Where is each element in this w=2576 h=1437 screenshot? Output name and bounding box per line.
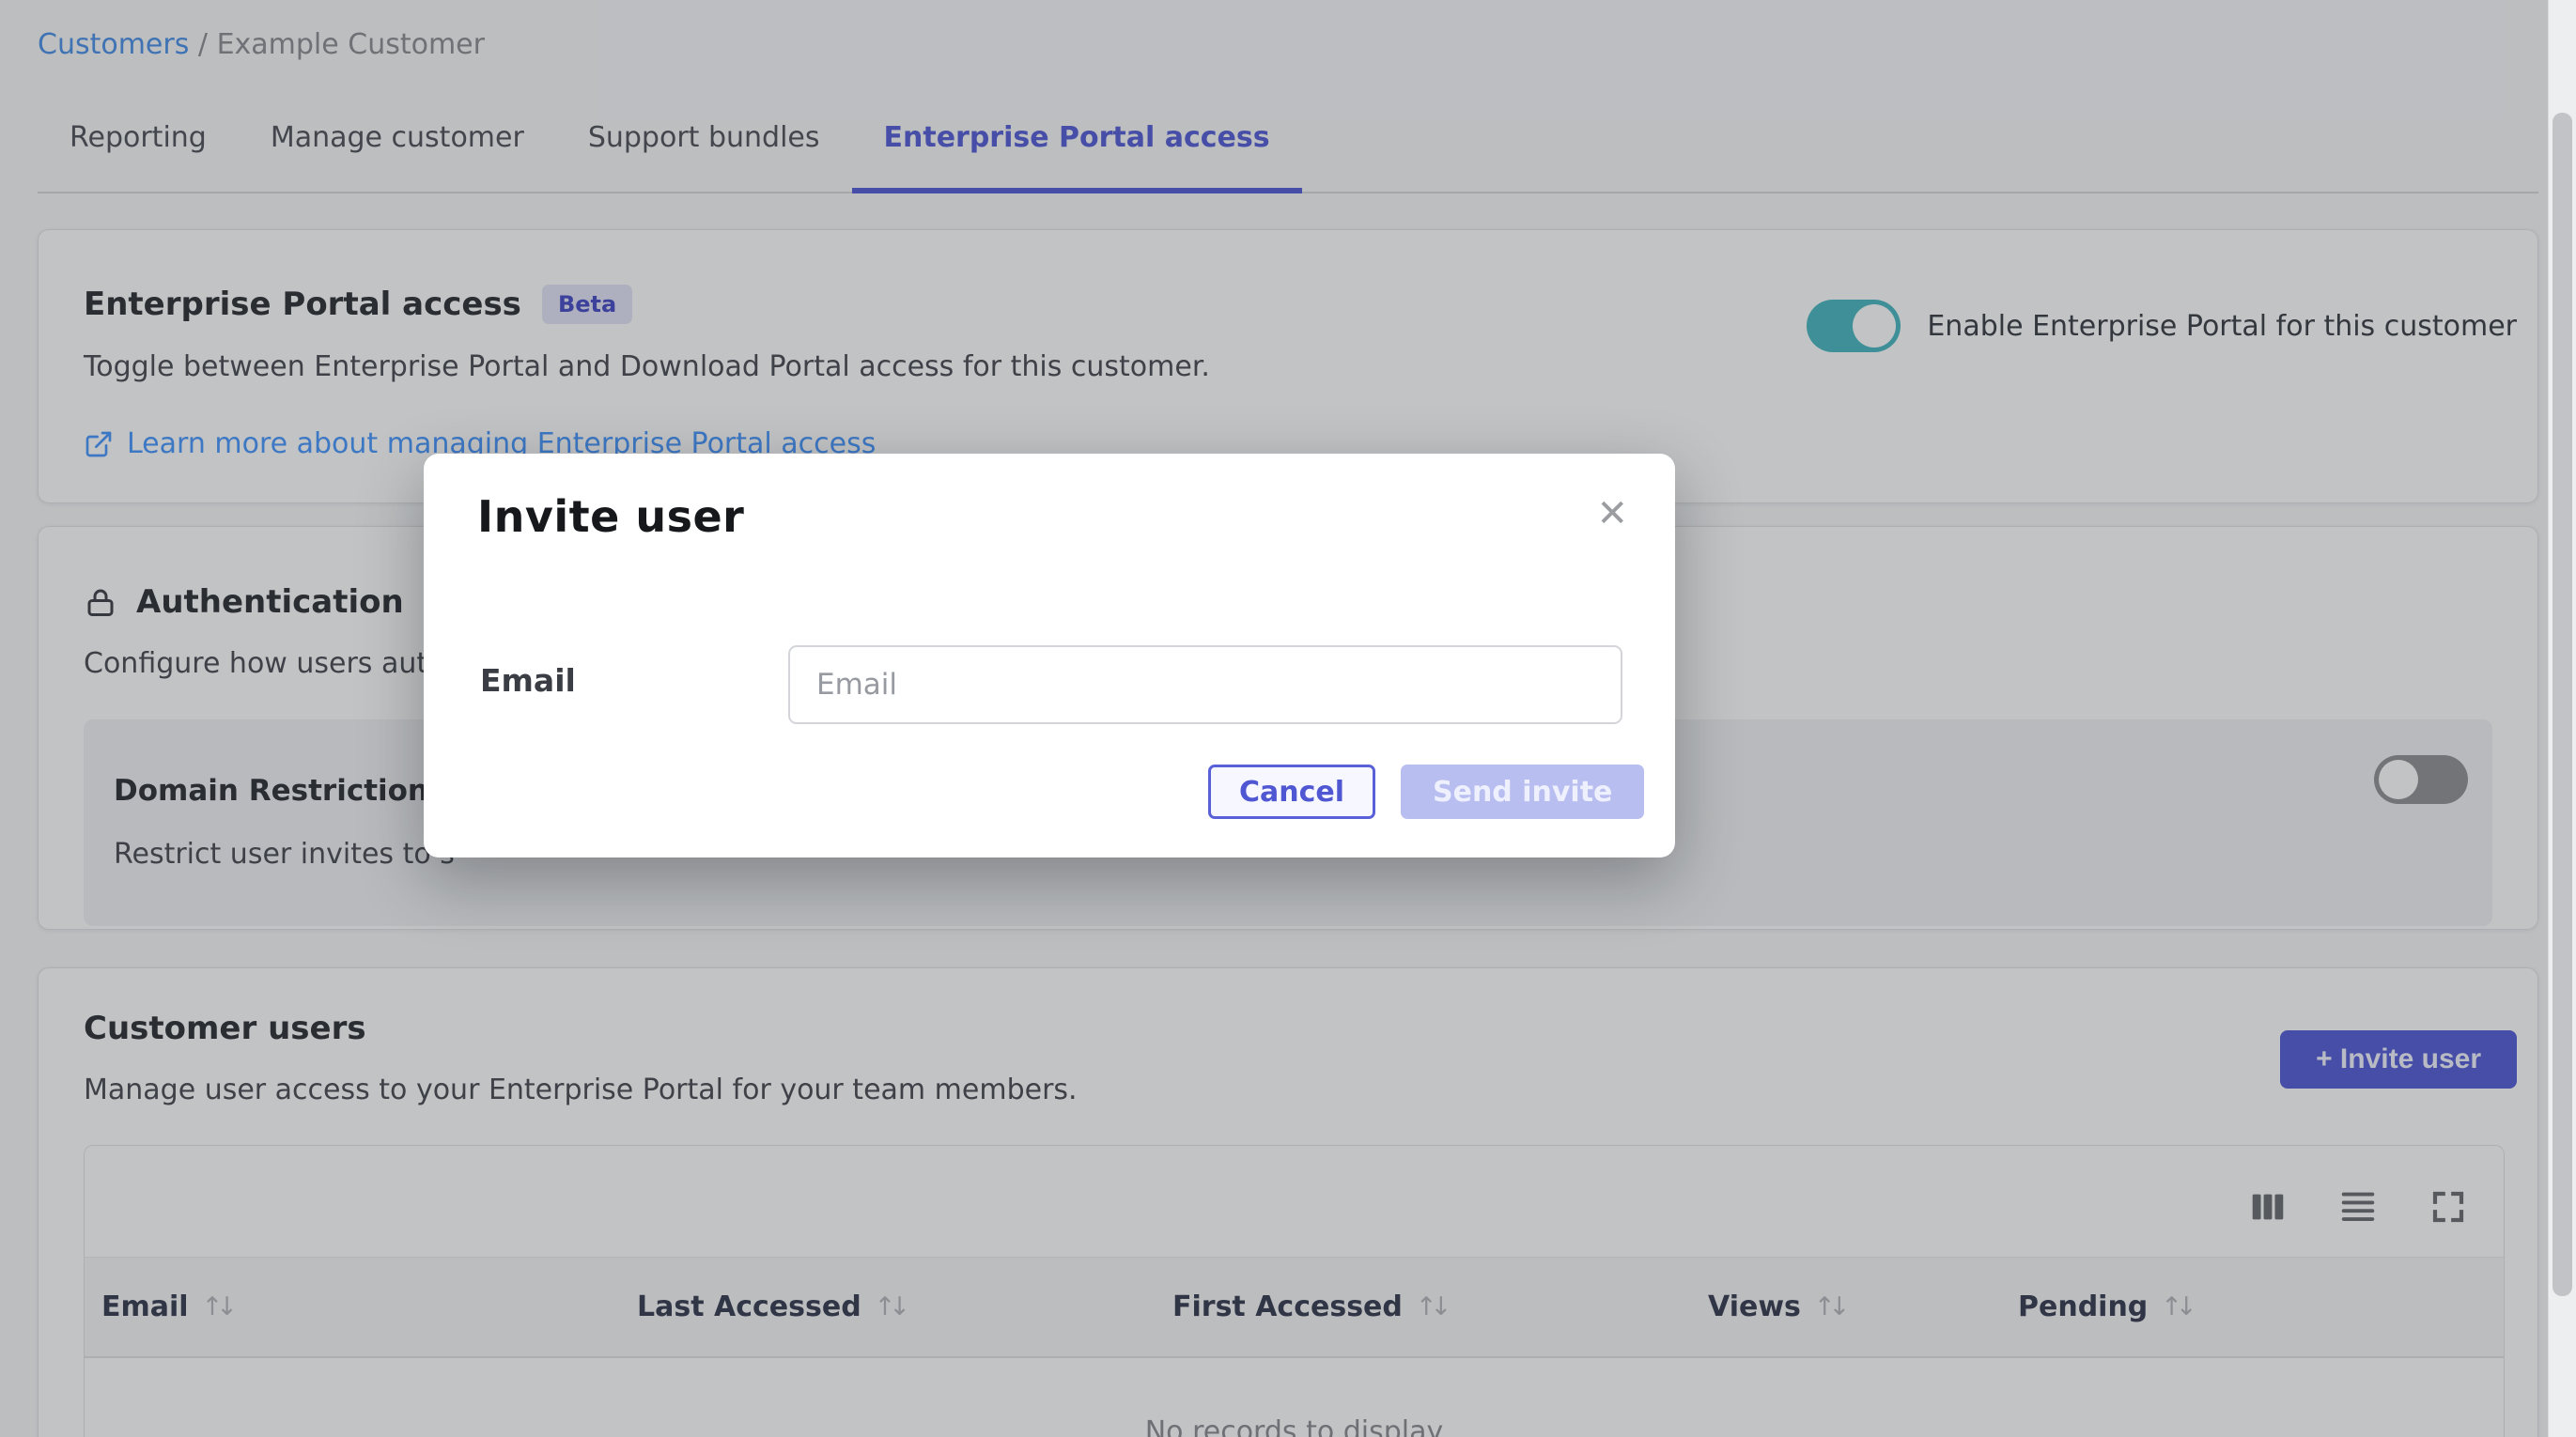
page: Customers / Example Customer Reporting M… bbox=[0, 0, 2576, 1437]
scrollbar[interactable] bbox=[2548, 0, 2576, 1437]
close-icon[interactable]: ✕ bbox=[1596, 495, 1628, 533]
email-field[interactable] bbox=[788, 645, 1622, 724]
scrollbar-thumb[interactable] bbox=[2553, 113, 2572, 1296]
invite-user-modal: Invite user ✕ Email Cancel Send invite bbox=[424, 454, 1675, 858]
cancel-button[interactable]: Cancel bbox=[1208, 765, 1375, 819]
modal-title: Invite user bbox=[477, 491, 744, 542]
send-invite-button[interactable]: Send invite bbox=[1401, 765, 1644, 819]
email-label: Email bbox=[480, 662, 576, 699]
